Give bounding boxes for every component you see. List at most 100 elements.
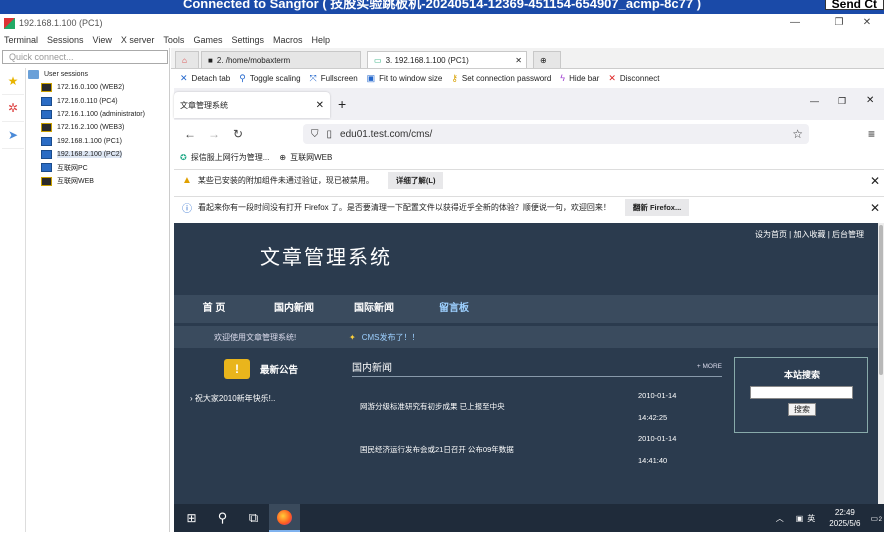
search-panel: 本站搜索 搜索 (734, 357, 868, 433)
search-input[interactable] (750, 386, 853, 399)
minimize-icon[interactable]: — (780, 14, 810, 32)
monitor-icon (41, 96, 52, 106)
task-view-icon[interactable]: ⧉ (238, 504, 269, 532)
tab-pc1[interactable]: ▭ 3. 192.168.1.100 (PC1) ✕ (367, 51, 527, 68)
search-button[interactable]: 搜索 (788, 403, 816, 416)
notice-item[interactable]: › 祝大家2010新年快乐!.. (190, 393, 275, 404)
session-item[interactable]: 互联网PC (28, 161, 168, 174)
monitor-icon: ▭ (374, 55, 382, 65)
page-scrollbar[interactable] (878, 223, 884, 504)
back-icon[interactable]: ← (178, 127, 202, 141)
bookmark-star-icon[interactable]: ☆ (792, 127, 803, 141)
home-tab-icon[interactable]: ⌂ (175, 51, 199, 68)
site-logo: 文章管理系统 (260, 245, 392, 269)
session-item[interactable]: 172.16.2.100 (WEB3) (28, 121, 168, 134)
tools-icon[interactable]: ✲ (2, 95, 24, 122)
nav-guestbook[interactable]: 留言板 (414, 295, 494, 323)
toggle-scaling-button[interactable]: ⚲ Toggle scaling (239, 73, 300, 84)
firefox-logo (277, 509, 292, 525)
send-icon[interactable]: ➤ (2, 122, 24, 149)
menu-help[interactable]: Help (312, 35, 331, 45)
screen: Connected to Sangfor ( 技股实验跳板机-20240514-… (0, 0, 884, 538)
refresh-notice: ⓘ 看起来你有一段时间没有打开 Firefox 了。是否要清理一下配置文件以获得… (174, 196, 884, 218)
menu-x-server[interactable]: X server (121, 35, 155, 45)
key-icon: ⚷ (451, 72, 458, 83)
star-icon[interactable]: ★ (2, 68, 24, 95)
set-password-button[interactable]: ⚷ Set connection password (451, 73, 551, 84)
new-tab-icon[interactable]: + (338, 96, 346, 112)
menu-terminal[interactable]: Terminal (4, 35, 38, 45)
close-icon[interactable]: ✕ (870, 174, 880, 188)
rdp-toolbar: ✕ Detach tab ⚲ Toggle scaling ⤧ Fullscreen … (171, 69, 884, 87)
close-icon[interactable]: ✕ (852, 14, 882, 32)
detach-icon: ✕ (180, 72, 188, 83)
addon-notice: ▲ 某些已安装的附加组件未通过验证，现已被禁用。 详细了解(L) ✕ (174, 169, 884, 191)
search-icon[interactable]: ⚲ (207, 504, 238, 532)
news-item-title[interactable]: 国民经济运行发布会或21日召开 公布09年数据 (360, 444, 720, 455)
scrollbar-thumb[interactable] (879, 225, 883, 375)
top-links[interactable]: 设为首页 | 加入收藏 | 后台管理 (755, 229, 864, 240)
session-item[interactable]: 互联网WEB (28, 174, 168, 187)
hide-bar-button[interactable]: ϟ Hide bar (560, 73, 599, 83)
menu-macros[interactable]: Macros (273, 35, 303, 45)
session-item[interactable]: 172.16.1.100 (administrator) (28, 108, 168, 121)
menu-tools[interactable]: Tools (163, 35, 184, 45)
input-language[interactable]: 英 (807, 513, 815, 524)
url-bar[interactable]: ⛉ ▯ edu01.test.com/cms/ ☆ (303, 124, 809, 144)
tab-mobaxterm[interactable]: ■ 2. /home/mobaxterm (201, 51, 361, 68)
news-item-title[interactable]: 网游分级标准研究有初步成果 已上报至中央 (360, 401, 720, 412)
nav-home[interactable]: 首 页 (174, 295, 254, 323)
firefox-nav-bar: ← → ↻ ⛉ ▯ edu01.test.com/cms/ ☆ ≡ (174, 120, 884, 148)
fullscreen-button[interactable]: ⤧ Fullscreen (310, 73, 358, 84)
new-tab-button[interactable]: ⊕ (533, 51, 561, 68)
session-item[interactable]: 172.16.0.100 (WEB2) (28, 81, 168, 94)
session-item[interactable]: 192.168.1.100 (PC1) (28, 134, 168, 147)
nav-international-news[interactable]: 国际新闻 (334, 295, 414, 323)
quick-connect-input[interactable]: Quick connect... (2, 50, 168, 64)
tree-root[interactable]: User sessions (28, 68, 168, 81)
nav-domestic-news[interactable]: 国内新闻 (254, 295, 334, 323)
close-tab-icon[interactable]: ✕ (515, 56, 522, 65)
disconnect-button[interactable]: ✕ Disconnect (608, 73, 659, 84)
notice-panel: ! 最新公告 › 祝大家2010新年快乐!.. (174, 351, 349, 504)
close-icon[interactable]: ✕ (866, 95, 874, 106)
minimize-icon[interactable]: — (810, 96, 819, 106)
browser-tab[interactable]: 文章管理系统 ✕ (174, 92, 330, 118)
shield-icon: ⛉ (311, 128, 319, 140)
menu-view[interactable]: View (93, 35, 112, 45)
maximize-icon[interactable]: ❐ (824, 14, 854, 32)
bookmark-item[interactable]: ✪ 探信服上网行为管理... (180, 152, 269, 163)
fit-icon: ▣ (366, 72, 376, 83)
close-tab-icon[interactable]: ✕ (316, 100, 324, 111)
menu-icon[interactable]: ≡ (868, 127, 875, 141)
info-icon: ⓘ (182, 204, 192, 215)
restore-icon[interactable]: ❐ (838, 96, 846, 107)
firefox-tab-bar: 文章管理系统 ✕ + — ❐ ✕ (174, 88, 884, 120)
forward-icon[interactable]: → (202, 127, 226, 141)
key-icon (41, 176, 52, 186)
send-ctrl-alt-del-button[interactable]: Send Ct (824, 0, 884, 11)
system-tray: ︿ ▣ 英 22:49 2025/5/6 ▭ 2 (776, 504, 884, 532)
more-link[interactable]: + MORE (697, 363, 722, 370)
menu-sessions[interactable]: Sessions (47, 35, 84, 45)
firefox-taskbar-icon[interactable] (269, 504, 300, 532)
bookmark-item[interactable]: ⊕ 互联网WEB (279, 152, 332, 163)
refresh-firefox-button[interactable]: 翻新 Firefox... (624, 199, 690, 216)
fit-window-button[interactable]: ▣ Fit to window size (367, 73, 443, 84)
session-item[interactable]: 192.168.2.100 (PC2) (28, 148, 168, 161)
reload-icon[interactable]: ↻ (226, 127, 250, 141)
windows-start-icon[interactable]: ⊞ (176, 504, 207, 532)
notification-icon[interactable]: ▭ 2 (870, 514, 882, 523)
clock[interactable]: 22:49 2025/5/6 (829, 507, 860, 529)
session-item[interactable]: 172.16.0.110 (PC4) (28, 95, 168, 108)
close-icon[interactable]: ✕ (870, 201, 880, 215)
menu-games[interactable]: Games (193, 35, 222, 45)
terminal-icon: ■ (208, 55, 213, 65)
chevron-up-icon[interactable]: ︿ (776, 513, 784, 524)
network-icon[interactable]: ▣ (796, 514, 804, 523)
remote-banner: Connected to Sangfor ( 技股实验跳板机-20240514-… (0, 0, 884, 14)
menu-settings[interactable]: Settings (231, 35, 264, 45)
monitor-icon (41, 163, 52, 173)
learn-more-button[interactable]: 详细了解(L) (387, 172, 444, 189)
detach-tab-button[interactable]: ✕ Detach tab (180, 73, 230, 84)
